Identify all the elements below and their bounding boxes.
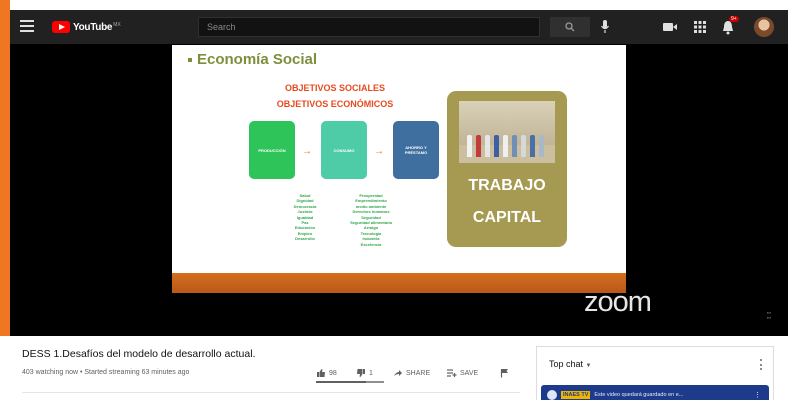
slide-title: Economía Social (188, 51, 317, 68)
zoom-watermark: zoom (584, 286, 652, 318)
create-video-icon[interactable] (662, 19, 678, 35)
arrow-right-icon: → (302, 146, 312, 157)
report-button[interactable] (500, 368, 509, 378)
flag-icon (500, 369, 508, 378)
share-button[interactable]: SHARE (393, 368, 430, 378)
channel-watermark-icon: ▪▪▪ ▪▪▪ (766, 310, 772, 320)
notifications-button[interactable]: 9+ (720, 16, 739, 35)
video-title: DESS 1.Desafíos del modelo de desarrollo… (22, 348, 256, 360)
flow-box-ahorro: AHORRO Y PRÉSTAMO (393, 121, 439, 179)
hamburger-menu-icon[interactable] (20, 20, 34, 32)
notification-badge: 9+ (729, 16, 739, 22)
social-values-list: Salud Dignidad Democracia Justicia Igual… (280, 193, 330, 242)
playlist-add-icon (447, 369, 457, 377)
screen: YouTube MX Search 9+ Economía Social OBJ… (0, 0, 788, 400)
trabajo-capital-card: TRABAJO CAPITAL (447, 91, 567, 247)
slide-footer-strip (172, 273, 626, 293)
pinned-message[interactable]: INAES TV Este video quedará guardado en … (541, 385, 769, 400)
thumbs-up-icon (317, 369, 325, 377)
apps-grid-icon[interactable] (692, 19, 708, 35)
share-label: SHARE (406, 369, 431, 377)
dislike-count: 1 (369, 369, 373, 377)
arrow-right-icon: → (374, 146, 384, 157)
logo-country-code: MX (113, 21, 121, 28)
group-photo (459, 101, 555, 163)
objective-economic: OBJETIVOS ECONÓMICOS (276, 99, 394, 109)
search-input[interactable]: Search (198, 17, 540, 37)
search-icon (565, 22, 575, 32)
video-meta: 403 watching now • Started streaming 63 … (22, 369, 190, 376)
capital-label: CAPITAL (472, 209, 542, 226)
dislike-button[interactable]: 1 (356, 368, 373, 378)
live-chat-panel: Top chat ▼ INAES TV Este video quedará g… (536, 346, 774, 400)
pinned-channel-badge: INAES TV (561, 391, 591, 399)
logo-text: YouTube (73, 21, 113, 33)
youtube-logo[interactable]: YouTube MX (52, 20, 121, 34)
chevron-down-icon: ▼ (585, 363, 592, 369)
frame-top-edge (0, 0, 788, 10)
presentation-slide: Economía Social OBJETIVOS SOCIALES OBJET… (172, 45, 626, 293)
thumbs-down-icon (357, 369, 365, 377)
sentiment-bar-fill (316, 381, 366, 383)
more-vertical-icon[interactable] (760, 359, 763, 370)
share-arrow-icon (394, 370, 402, 376)
video-player[interactable]: Economía Social OBJETIVOS SOCIALES OBJET… (10, 44, 788, 336)
youtube-header: YouTube MX Search 9+ (10, 10, 788, 44)
chat-mode-label: Top chat (549, 359, 584, 369)
more-vertical-icon[interactable]: ⋮ (754, 391, 761, 399)
trabajo-label: TRABAJO (468, 177, 546, 194)
like-count: 98 (329, 369, 337, 377)
divider (22, 392, 520, 393)
list-item: Excelencia (360, 241, 382, 247)
avatar[interactable] (754, 17, 774, 37)
like-button[interactable]: 98 (316, 368, 337, 378)
objective-social: OBJETIVOS SOCIALES (284, 83, 386, 93)
list-item: Desarrollo (295, 236, 315, 242)
flow-box-produccion: PRODUCCIÓN (249, 121, 295, 179)
frame-left-lower (0, 336, 10, 400)
microphone-icon[interactable] (600, 19, 610, 35)
flow-box-consumo: CONSUMO (321, 121, 367, 179)
economic-values-list: Prosperidad Emprendimiento medio ambient… (338, 193, 404, 247)
avatar (547, 390, 557, 400)
pinned-message-text: Este video quedará guardado en e... (594, 392, 684, 398)
search-button[interactable] (550, 17, 590, 37)
chat-mode-selector[interactable]: Top chat ▼ (549, 359, 592, 369)
save-button[interactable]: SAVE (446, 368, 478, 378)
save-label: SAVE (460, 369, 479, 377)
youtube-play-icon (52, 21, 70, 33)
